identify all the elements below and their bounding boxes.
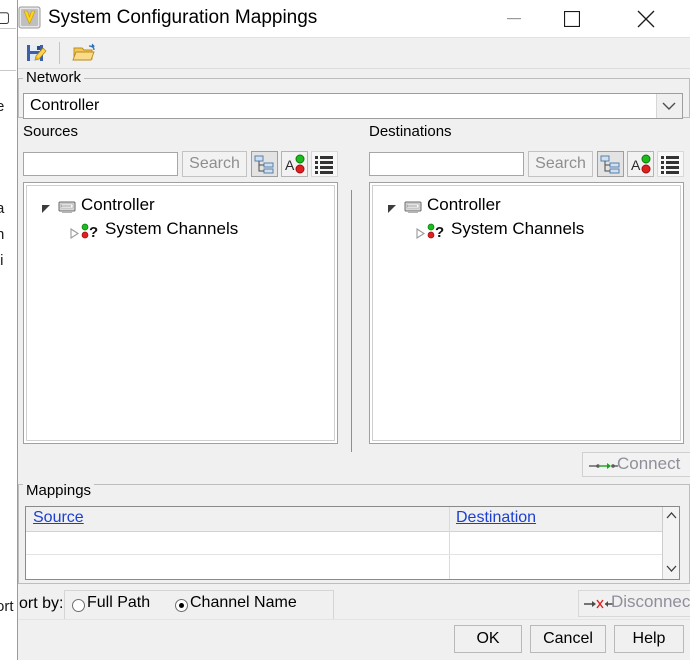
mappings-label: Mappings [23, 482, 95, 499]
tree-item-label: System Channels [105, 219, 239, 238]
radio-full-path-label[interactable]: Full Path [87, 594, 150, 612]
destinations-tree-view-icon[interactable] [597, 151, 624, 177]
table-row[interactable] [26, 532, 679, 555]
tree-item-label: Controller [427, 195, 501, 214]
connect-arrow-icon [589, 459, 619, 471]
collapsed-arrow-icon[interactable] [69, 226, 80, 240]
sources-tree[interactable]: Controller ? System Channels [23, 182, 338, 444]
network-label: Network [23, 69, 85, 86]
disconnect-button-label: Disconnect [611, 592, 690, 611]
destinations-search-button[interactable]: Search [528, 151, 593, 177]
window-title: System Configuration Mappings [48, 7, 318, 28]
destinations-sort-alphabetic-icon[interactable]: A [627, 151, 654, 177]
svg-text:A: A [285, 157, 295, 173]
bg-fragment: ti [0, 252, 4, 269]
disconnect-button[interactable]: Disconnect [578, 590, 690, 617]
destinations-search-input[interactable] [369, 152, 524, 176]
bg-fragment: e [0, 98, 5, 115]
destinations-flat-list-icon[interactable] [657, 151, 684, 177]
channel-question-icon: ? [81, 222, 103, 241]
toolbar-separator [59, 42, 60, 64]
expanded-arrow-icon[interactable] [387, 202, 398, 213]
sources-flat-list-icon[interactable] [311, 151, 338, 177]
radio-full-path[interactable] [72, 599, 85, 612]
destinations-search-row: Search A [369, 150, 684, 178]
mappings-table-header: Source Destination [26, 507, 679, 532]
device-rack-icon [403, 198, 423, 216]
close-button[interactable] [622, 0, 670, 37]
column-header-destination[interactable]: Destination [456, 509, 536, 527]
svg-text:A: A [631, 157, 641, 173]
chevron-down-icon[interactable] [656, 94, 682, 118]
title-bar: System Configuration Mappings [18, 0, 690, 37]
sort-by-label: ort by: [19, 595, 64, 612]
collapsed-arrow-icon[interactable] [415, 226, 426, 240]
bg-fragment: n [0, 226, 5, 243]
toolbar-divider [18, 68, 690, 69]
sources-search-input[interactable] [23, 152, 178, 176]
sources-tree-view-icon[interactable] [251, 151, 278, 177]
network-select[interactable]: Controller [23, 93, 683, 119]
bg-fragment: ▢ [0, 9, 11, 26]
background-window: ▢ e a n ti ort [0, 0, 16, 660]
cancel-button[interactable]: Cancel [530, 625, 606, 653]
panel-splitter[interactable] [351, 190, 352, 452]
sources-label: Sources [23, 123, 79, 140]
svg-text:?: ? [89, 224, 98, 240]
destinations-tree-inner: Controller ? System Channels [372, 185, 681, 441]
column-header-source[interactable]: Source [33, 509, 84, 527]
radio-channel-name[interactable] [175, 599, 188, 612]
sources-sort-alphabetic-icon[interactable]: A [281, 151, 308, 177]
toolbar [18, 38, 690, 69]
maximize-button[interactable] [548, 0, 596, 37]
minimize-button[interactable] [490, 0, 538, 37]
ok-button[interactable]: OK [454, 625, 522, 653]
open-mapping-icon[interactable] [70, 40, 100, 67]
tree-item-label: System Channels [451, 219, 585, 238]
save-mapping-icon[interactable] [21, 40, 51, 67]
vector-v-logo-icon [18, 6, 41, 29]
bg-fragment: ort [0, 598, 14, 615]
expanded-arrow-icon[interactable] [41, 202, 52, 213]
device-rack-icon [57, 198, 77, 216]
help-button[interactable]: Help [614, 625, 684, 653]
bg-fragment: a [0, 200, 5, 217]
table-row[interactable] [26, 555, 679, 578]
sources-search-row: Search A [23, 150, 338, 178]
sort-by-group: ort by: Full Path Channel Name [19, 590, 334, 620]
destinations-label: Destinations [369, 123, 452, 140]
system-configuration-mappings-dialog: System Configuration Mappings Network Co… [17, 0, 690, 660]
network-selected-value: Controller [30, 97, 100, 114]
connect-button[interactable]: Connect [582, 452, 690, 477]
tree-item-label: Controller [81, 195, 155, 214]
radio-channel-name-label[interactable]: Channel Name [190, 594, 297, 612]
destinations-tree[interactable]: Controller ? System Channels [369, 182, 684, 444]
channel-question-icon: ? [427, 222, 449, 241]
mappings-scrollbar[interactable] [662, 507, 679, 579]
svg-text:?: ? [435, 224, 444, 240]
mappings-table[interactable]: Source Destination [25, 506, 680, 580]
sources-search-button[interactable]: Search [182, 151, 247, 177]
scroll-up-icon [666, 512, 677, 519]
sources-tree-inner: Controller ? System Channels [26, 185, 335, 441]
connect-button-label: Connect [617, 454, 681, 473]
scroll-down-icon [666, 565, 677, 572]
